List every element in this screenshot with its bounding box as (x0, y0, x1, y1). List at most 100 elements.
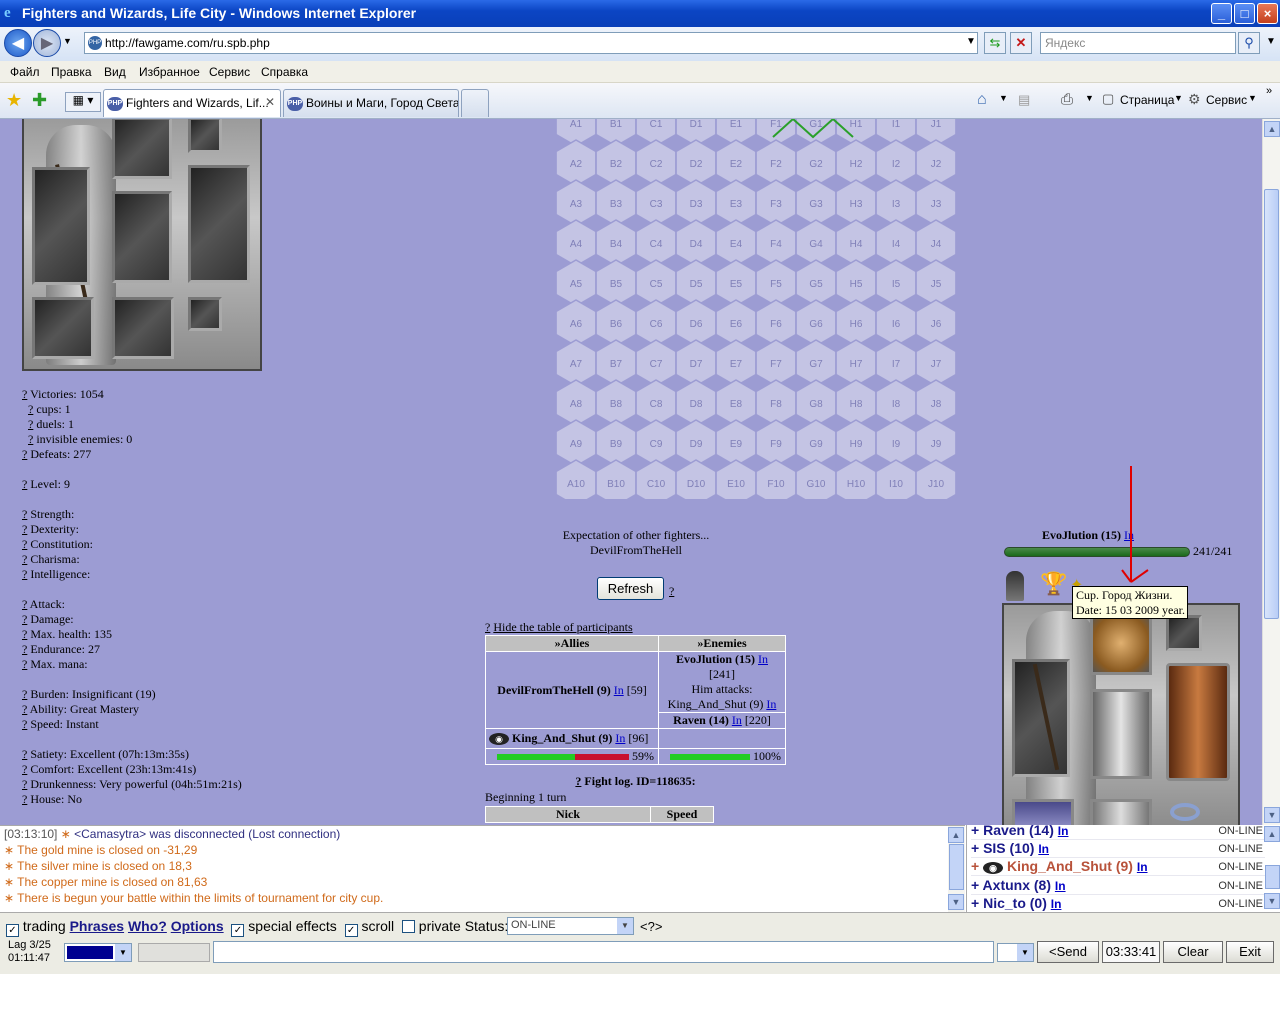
minimize-button[interactable]: _ (1211, 3, 1232, 24)
expand-icon[interactable]: + (971, 840, 983, 856)
in-link[interactable]: In (1038, 842, 1049, 856)
allies-header[interactable]: »Allies (485, 635, 659, 652)
help-link[interactable]: ? (575, 774, 581, 788)
help-link[interactable]: ? (22, 642, 27, 656)
user-row[interactable]: + Nic_to (0) In ON-LINE (971, 895, 1265, 912)
help-link[interactable]: ? (28, 402, 33, 416)
search-icon[interactable]: ⚲ (1238, 32, 1260, 54)
rss-icon[interactable]: ▤ (1018, 92, 1030, 108)
search-input[interactable]: Яндекс (1040, 32, 1236, 54)
player-slot-boots[interactable] (112, 297, 174, 359)
help-link[interactable]: ? (22, 777, 27, 791)
in-link[interactable]: In (758, 652, 768, 666)
home-icon[interactable]: ⌂ (977, 91, 987, 109)
chevron-more-icon[interactable]: » (1266, 85, 1272, 97)
tab-close-icon[interactable]: ✕ (265, 95, 275, 109)
recipient-field[interactable] (138, 943, 210, 962)
home-dropdown-icon[interactable]: ▼ (999, 93, 1008, 103)
menu-favorites[interactable]: Избранное (139, 65, 200, 79)
wooden-shield-icon[interactable] (1166, 663, 1230, 781)
page-dropdown-icon[interactable]: ▼ (1174, 93, 1183, 103)
player-slot-gloves[interactable] (32, 297, 94, 359)
enemy-name[interactable]: Raven (14) (673, 713, 729, 727)
menu-edit[interactable]: Правка (51, 65, 92, 79)
page-menu[interactable]: Страница (1120, 93, 1174, 107)
stop-icon[interactable]: ✕ (1010, 32, 1032, 54)
help-link[interactable]: ? (22, 657, 27, 671)
who-link[interactable]: Who? (128, 918, 167, 934)
exit-button[interactable]: Exit (1226, 941, 1274, 963)
close-button[interactable]: × (1257, 3, 1278, 24)
chat-scrollbar[interactable]: ▲ ▼ (948, 826, 965, 912)
help-link[interactable]: ? (22, 567, 27, 581)
user-name[interactable]: SIS (10) (983, 840, 1034, 856)
menu-help[interactable]: Справка (261, 65, 308, 79)
chevron-down-icon[interactable]: ▼ (617, 918, 633, 934)
options-link[interactable]: Options (171, 918, 224, 934)
opponent-slot-weapon[interactable] (1012, 659, 1070, 777)
player-slot-helmet[interactable] (112, 119, 172, 179)
user-name[interactable]: King_And_Shut (9) (1007, 858, 1133, 874)
help-link[interactable]: ? (28, 417, 33, 431)
help-link[interactable]: ? (22, 387, 27, 401)
player-slot-ring[interactable] (188, 297, 222, 331)
private-checkbox[interactable] (401, 920, 415, 933)
hide-table-link[interactable]: Hide the table of participants (493, 620, 632, 634)
clear-button[interactable]: Clear (1163, 941, 1223, 963)
help-link[interactable]: ? (22, 447, 27, 461)
scroll-down-icon[interactable]: ▼ (948, 894, 964, 910)
user-row[interactable]: + ◉ King_And_Shut (9) In ON-LINE (971, 858, 1265, 876)
tab-voiny-magi[interactable]: PHP Воины и Маги, Город Света (283, 89, 459, 117)
favorites-star-icon[interactable]: ★ (6, 90, 22, 111)
in-link[interactable]: In (615, 731, 625, 745)
menu-view[interactable]: Вид (104, 65, 126, 79)
smiley-select[interactable]: ▼ (997, 943, 1034, 962)
in-link[interactable]: In (1137, 860, 1148, 874)
player-slot-shield[interactable] (188, 165, 250, 283)
url-input[interactable]: PHP http://fawgame.com/ru.spb.php (84, 32, 978, 54)
plate-armor-icon[interactable] (1090, 689, 1152, 779)
refresh-help-link[interactable]: ? (669, 584, 674, 599)
help-link[interactable]: ? (22, 762, 27, 776)
add-favorite-icon[interactable]: ✚ (32, 90, 47, 111)
ring-icon[interactable] (1170, 803, 1200, 821)
in-link[interactable]: In (1058, 825, 1069, 838)
print-icon[interactable]: ⎙ (1061, 91, 1073, 108)
special-effects-checkbox[interactable]: ✓ (231, 924, 245, 937)
color-select[interactable]: ▼ (64, 943, 132, 962)
maximize-button[interactable]: □ (1234, 3, 1255, 24)
gauntlets-icon[interactable] (1012, 799, 1074, 825)
ally-name[interactable]: DevilFromTheHell (9) (497, 683, 610, 697)
scroll-down-icon[interactable]: ▼ (1264, 893, 1280, 909)
scroll-up-icon[interactable]: ▲ (948, 827, 964, 843)
greaves-icon[interactable] (1090, 799, 1152, 825)
user-name[interactable]: Axtunx (8) (983, 877, 1051, 893)
help-link[interactable]: ? (22, 612, 27, 626)
forward-button[interactable]: ▶ (33, 29, 61, 57)
scroll-up-icon[interactable]: ▲ (1264, 121, 1280, 137)
golden-helmet-icon[interactable] (1090, 611, 1152, 675)
tools-menu[interactable]: Сервис (1206, 93, 1247, 107)
print-dropdown-icon[interactable]: ▼ (1085, 93, 1094, 103)
quick-tabs-button[interactable]: ▦ ▾ (65, 92, 101, 112)
expand-icon[interactable]: + (971, 895, 983, 911)
expand-icon[interactable]: + (971, 877, 983, 893)
chevron-down-icon[interactable]: ▼ (1017, 944, 1033, 961)
in-link[interactable]: In (1055, 879, 1066, 893)
scrollbar-thumb[interactable] (1265, 865, 1280, 889)
trading-checkbox[interactable]: ✓ (6, 924, 19, 937)
scroll-checkbox[interactable]: ✓ (344, 924, 358, 937)
in-link[interactable]: In (1051, 897, 1062, 911)
help-link[interactable]: ? (22, 792, 27, 806)
tab-fighters-wizards[interactable]: PHP Fighters and Wizards, Lif... ✕ (103, 89, 281, 117)
url-dropdown-icon[interactable]: ▼ (960, 32, 982, 54)
scrollbar-thumb[interactable] (949, 844, 964, 890)
help-link[interactable]: <?> (640, 919, 662, 934)
help-link[interactable]: ? (22, 507, 27, 521)
search-dropdown-icon[interactable]: ▼ (1260, 32, 1280, 54)
help-link[interactable]: ? (28, 432, 33, 446)
menu-tools[interactable]: Сервис (209, 65, 250, 79)
enemies-header[interactable]: »Enemies (658, 635, 786, 652)
help-link[interactable]: ? (22, 687, 27, 701)
scroll-up-icon[interactable]: ▲ (1264, 826, 1280, 842)
